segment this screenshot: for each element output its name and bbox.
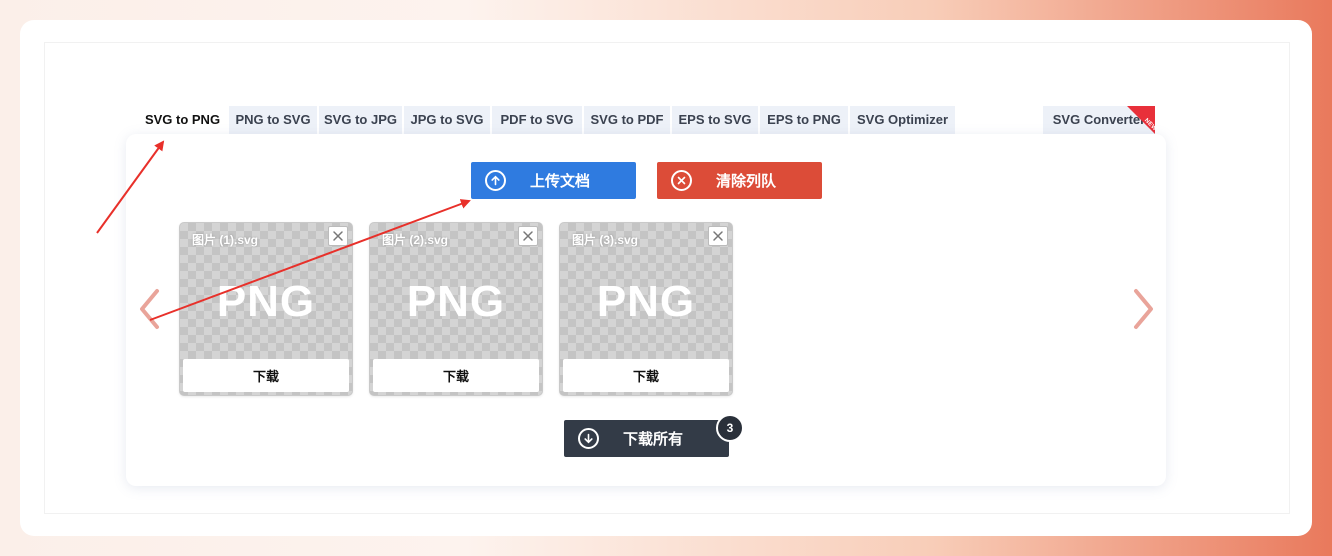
format-label: PNG bbox=[216, 277, 316, 326]
clear-queue-button[interactable]: 清除列队 bbox=[657, 162, 822, 199]
close-icon[interactable] bbox=[328, 226, 348, 246]
upload-button[interactable]: 上传文档 bbox=[471, 162, 636, 199]
format-label: PNG bbox=[596, 277, 696, 326]
arrow-down-circle-icon bbox=[578, 428, 599, 449]
x-circle-icon bbox=[671, 170, 692, 191]
tab-svg-converter[interactable]: SVG Converter NEW bbox=[1043, 106, 1155, 134]
file-card: 图片 (2).svg PNG 下载 bbox=[370, 223, 542, 395]
next-arrow-icon[interactable] bbox=[1133, 288, 1155, 335]
download-button[interactable]: 下载 bbox=[373, 359, 539, 392]
file-name: 图片 (2).svg bbox=[382, 233, 449, 247]
tab-svg-to-jpg[interactable]: SVG to JPG bbox=[319, 106, 402, 134]
upload-label: 上传文档 bbox=[529, 173, 590, 190]
download-all-label: 下载所有 bbox=[622, 431, 683, 448]
download-button[interactable]: 下载 bbox=[183, 359, 349, 392]
tab-eps-to-png[interactable]: EPS to PNG bbox=[760, 106, 848, 134]
tab-svg-to-png[interactable]: SVG to PNG bbox=[138, 106, 227, 134]
tab-eps-to-svg[interactable]: EPS to SVG bbox=[672, 106, 758, 134]
close-icon[interactable] bbox=[518, 226, 538, 246]
close-icon[interactable] bbox=[708, 226, 728, 246]
tab-svg-converter-label: SVG Converter bbox=[1052, 112, 1146, 127]
prev-arrow-icon[interactable] bbox=[138, 288, 160, 335]
download-all-button[interactable]: 下载所有 bbox=[564, 420, 729, 457]
download-button[interactable]: 下载 bbox=[563, 359, 729, 392]
tab-png-to-svg[interactable]: PNG to SVG bbox=[229, 106, 317, 134]
tab-svg-optimizer[interactable]: SVG Optimizer bbox=[850, 106, 955, 134]
tab-pdf-to-svg[interactable]: PDF to SVG bbox=[492, 106, 582, 134]
tab-jpg-to-svg[interactable]: JPG to SVG bbox=[404, 106, 490, 134]
format-label: PNG bbox=[406, 277, 506, 326]
file-card: 图片 (1).svg PNG 下载 bbox=[180, 223, 352, 395]
file-card: 图片 (3).svg PNG 下载 bbox=[560, 223, 732, 395]
arrow-up-circle-icon bbox=[485, 170, 506, 191]
file-name: 图片 (1).svg bbox=[192, 233, 259, 247]
file-name: 图片 (3).svg bbox=[572, 233, 639, 247]
clear-queue-label: 清除列队 bbox=[715, 173, 776, 190]
tab-svg-to-pdf[interactable]: SVG to PDF bbox=[584, 106, 670, 134]
file-count-badge: 3 bbox=[716, 414, 744, 442]
